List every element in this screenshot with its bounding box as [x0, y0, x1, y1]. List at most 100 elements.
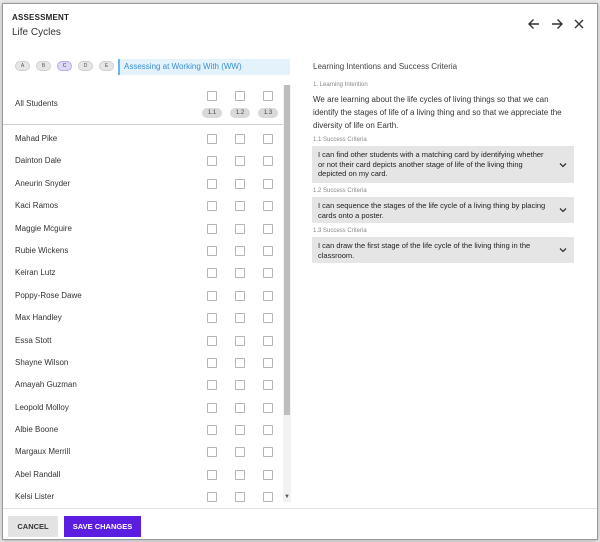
criteria-badge: 1.1 [202, 108, 222, 118]
grade-pill-b[interactable]: B [36, 61, 51, 71]
criteria-checkbox-1-2[interactable] [235, 178, 245, 189]
criteria-checkbox-1-2[interactable] [235, 469, 245, 480]
criteria-checkbox-1-2[interactable] [235, 357, 245, 368]
select-all-checkbox-1-3[interactable] [263, 91, 273, 101]
criteria-checkbox-1-3[interactable] [263, 469, 273, 480]
criteria-checkbox-1-1[interactable] [207, 201, 217, 212]
success-criteria-dropdown[interactable]: I can sequence the stages of the life cy… [312, 197, 574, 223]
criteria-checkbox-1-3[interactable] [263, 425, 273, 436]
student-row: Dainton Dale [3, 150, 283, 172]
criteria-checkbox-1-3[interactable] [263, 402, 273, 413]
criteria-checkbox-1-3[interactable] [263, 156, 273, 167]
scrollbar-thumb[interactable] [284, 85, 290, 415]
criteria-checkbox-1-3[interactable] [263, 268, 273, 279]
grade-pill-d[interactable]: D [78, 61, 93, 71]
student-assessment-panel: ABCDE Assessing at Working With (WW) All… [3, 52, 293, 502]
criteria-checkbox-1-3[interactable] [263, 335, 273, 346]
grade-pill-group: ABCDE [15, 61, 114, 71]
all-students-row: All Students 1.1 1.2 1.3 [3, 85, 283, 125]
criteria-checkbox-1-1[interactable] [207, 380, 217, 391]
criteria-checkbox-1-2[interactable] [235, 402, 245, 413]
student-name: Leopold Molloy [15, 402, 69, 412]
criteria-checkbox-1-3[interactable] [263, 134, 273, 144]
grade-pill-e[interactable]: E [99, 61, 114, 71]
criteria-checkbox-1-2[interactable] [235, 313, 245, 324]
student-name: Aneurin Snyder [15, 178, 71, 188]
criteria-checkbox-1-1[interactable] [207, 290, 217, 301]
student-row: Max Handley [3, 307, 283, 329]
criteria-checkbox-1-3[interactable] [263, 492, 273, 502]
student-list-scrollbar[interactable]: ▼ [283, 85, 291, 502]
student-row: Leopold Molloy [3, 397, 283, 419]
success-criteria-dropdown[interactable]: I can draw the first stage of the life c… [312, 237, 574, 263]
criteria-checkbox-1-2[interactable] [235, 492, 245, 502]
criteria-checkbox-1-2[interactable] [235, 290, 245, 301]
select-all-checkbox-1-1[interactable] [207, 91, 217, 101]
criteria-checkbox-1-2[interactable] [235, 245, 245, 256]
success-criteria-label: 1.1 Success Criteria [313, 137, 367, 143]
criteria-checkbox-1-2[interactable] [235, 223, 245, 234]
criteria-checkbox-1-1[interactable] [207, 313, 217, 324]
criteria-checkbox-1-2[interactable] [235, 425, 245, 436]
chevron-down-icon [559, 162, 567, 167]
criteria-badge: 1.2 [230, 108, 250, 118]
criteria-checkbox-1-2[interactable] [235, 268, 245, 279]
criteria-checkbox-1-1[interactable] [207, 178, 217, 189]
student-name: Abel Randall [15, 469, 61, 479]
student-name: Kelsi Lister [15, 492, 55, 502]
criteria-checkbox-1-1[interactable] [207, 402, 217, 413]
criteria-checkbox-1-2[interactable] [235, 156, 245, 167]
close-icon[interactable] [571, 16, 587, 32]
criteria-checkbox-1-3[interactable] [263, 178, 273, 189]
student-row: Maggie Mcguire [3, 218, 283, 240]
student-name: Margaux Merrill [15, 447, 71, 457]
student-row: Margaux Merrill [3, 441, 283, 463]
criteria-checkbox-1-2[interactable] [235, 380, 245, 391]
criteria-checkbox-1-1[interactable] [207, 469, 217, 480]
success-criteria-label: 1.3 Success Criteria [313, 228, 367, 234]
criteria-checkbox-1-1[interactable] [207, 134, 217, 144]
criteria-checkbox-1-2[interactable] [235, 335, 245, 346]
intentions-title: Learning Intentions and Success Criteria [313, 62, 458, 71]
student-name: Keiran Lutz [15, 268, 56, 278]
criteria-checkbox-1-3[interactable] [263, 357, 273, 368]
arrow-right-icon[interactable] [549, 16, 565, 32]
student-row: Kelsi Lister [3, 486, 283, 502]
criteria-checkbox-1-1[interactable] [207, 425, 217, 436]
criteria-checkbox-1-2[interactable] [235, 134, 245, 144]
save-changes-button[interactable]: SAVE CHANGES [64, 516, 141, 537]
criteria-checkbox-1-1[interactable] [207, 335, 217, 346]
criteria-checkbox-1-1[interactable] [207, 156, 217, 167]
criteria-checkbox-1-1[interactable] [207, 447, 217, 458]
criteria-checkbox-1-1[interactable] [207, 223, 217, 234]
criteria-checkbox-1-1[interactable] [207, 245, 217, 256]
arrow-left-icon[interactable] [526, 16, 542, 32]
grade-pill-c[interactable]: C [57, 61, 72, 71]
cancel-button[interactable]: CANCEL [8, 516, 58, 537]
student-name: Dainton Dale [15, 156, 62, 166]
grade-pill-a[interactable]: A [15, 61, 30, 71]
success-criteria-text: I can sequence the stages of the life cy… [318, 201, 546, 220]
scroll-down-icon[interactable]: ▼ [283, 493, 291, 501]
criteria-checkbox-1-3[interactable] [263, 313, 273, 324]
criteria-checkbox-1-1[interactable] [207, 268, 217, 279]
student-row: Amayah Guzman [3, 374, 283, 396]
criteria-checkbox-1-3[interactable] [263, 290, 273, 301]
success-criteria-dropdown[interactable]: I can find other students with a matchin… [312, 146, 574, 183]
student-row: Keiran Lutz [3, 262, 283, 284]
learning-intention-text: We are learning about the life cycles of… [313, 95, 562, 130]
criteria-checkbox-1-2[interactable] [235, 201, 245, 212]
criteria-checkbox-1-3[interactable] [263, 380, 273, 391]
student-name: Poppy-Rose Dawe [15, 290, 82, 300]
success-criteria-label: 1.2 Success Criteria [313, 188, 367, 194]
student-name: Maggie Mcguire [15, 223, 72, 233]
student-name: Albie Boone [15, 425, 59, 435]
criteria-checkbox-1-3[interactable] [263, 245, 273, 256]
criteria-checkbox-1-1[interactable] [207, 357, 217, 368]
select-all-checkbox-1-2[interactable] [235, 91, 245, 101]
criteria-checkbox-1-3[interactable] [263, 201, 273, 212]
criteria-checkbox-1-3[interactable] [263, 223, 273, 234]
criteria-checkbox-1-3[interactable] [263, 447, 273, 458]
criteria-checkbox-1-1[interactable] [207, 492, 217, 502]
criteria-checkbox-1-2[interactable] [235, 447, 245, 458]
